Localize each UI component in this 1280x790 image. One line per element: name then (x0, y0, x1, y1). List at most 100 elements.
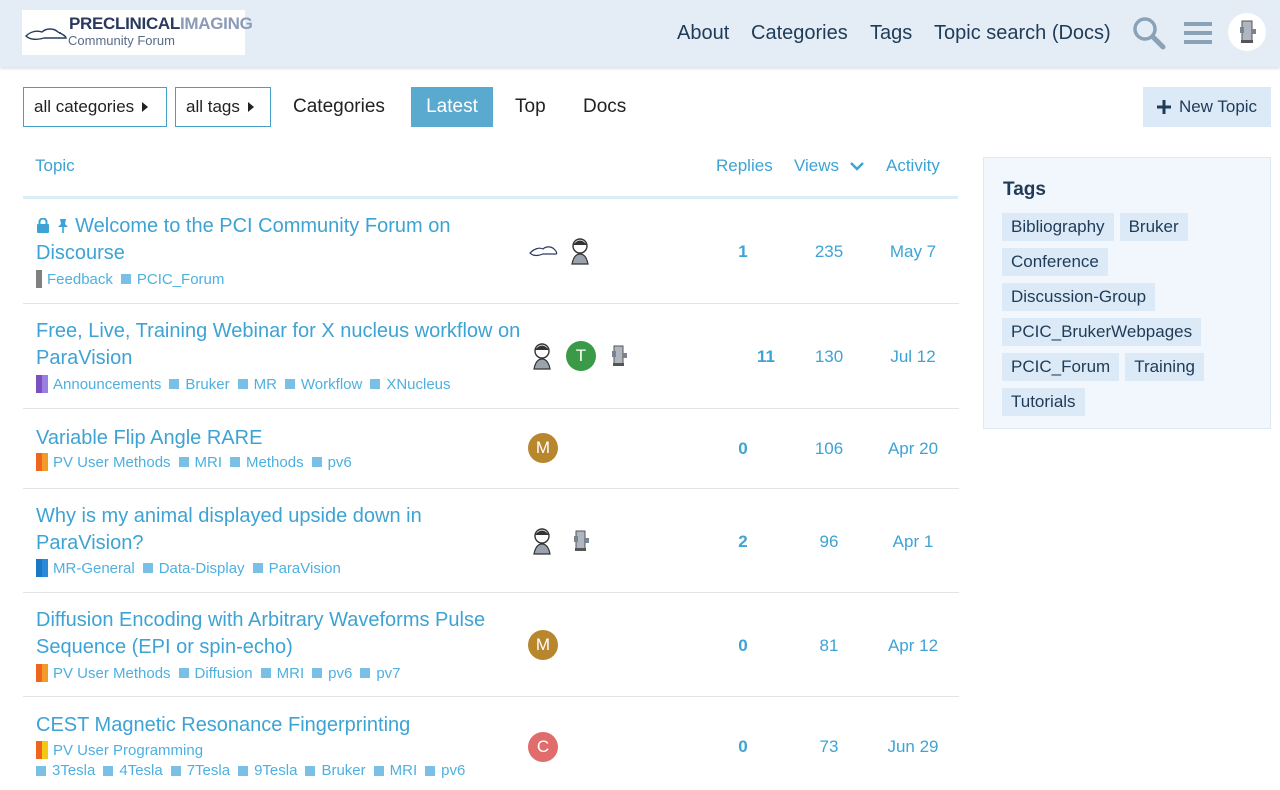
activity-date[interactable]: Apr 1 (883, 532, 943, 552)
column-header-activity[interactable]: Activity (886, 156, 940, 176)
poster-avatar-scanner-icon[interactable] (566, 526, 596, 556)
topic-title[interactable]: Variable Flip Angle RARE (36, 425, 526, 452)
plus-icon (1156, 100, 1171, 114)
category-link[interactable]: PV User Methods (53, 454, 171, 471)
sidebar-tag-tutorials[interactable]: Tutorials (1002, 388, 1085, 416)
sidebar-tag-bibliography[interactable]: Bibliography (1002, 213, 1114, 241)
views-count: 73 (819, 737, 839, 756)
tag-square-icon (169, 379, 180, 389)
views-count: 235 (814, 242, 844, 261)
tag-link[interactable]: pv7 (376, 665, 400, 682)
nav-pill-latest[interactable]: Latest (411, 87, 493, 127)
category-link[interactable]: Announcements (53, 376, 161, 393)
topic-title[interactable]: Why is my animal displayed upside down i… (36, 503, 526, 557)
tag-square-icon (311, 457, 322, 467)
sidebar-tag-discussion-group[interactable]: Discussion-Group (1002, 283, 1156, 311)
poster-avatar-logo-icon[interactable] (528, 239, 558, 263)
tag-link[interactable]: Data-Display (159, 560, 245, 577)
tag-link[interactable]: pv6 (328, 665, 352, 682)
column-header-replies[interactable]: Replies (716, 156, 773, 176)
tag-link[interactable]: Bruker (321, 762, 365, 779)
column-header-views[interactable]: Views (794, 156, 864, 176)
tag-link[interactable]: 4Tesla (119, 762, 162, 779)
poster-avatar-person-icon[interactable] (528, 341, 558, 371)
poster-avatar-letter[interactable]: T (566, 341, 596, 371)
replies-count[interactable]: 0 (713, 439, 773, 459)
category-link[interactable]: MR-General (53, 560, 135, 577)
replies-count[interactable]: 2 (713, 532, 773, 552)
poster-avatar-person-icon[interactable] (528, 526, 558, 556)
poster-avatar-scanner-icon[interactable] (604, 341, 634, 371)
nav-pill-categories[interactable]: Categories (279, 87, 399, 127)
activity-date[interactable]: Apr 20 (883, 439, 943, 459)
tag-link[interactable]: Bruker (185, 376, 229, 393)
posters (528, 236, 596, 266)
sidebar-tag-bruker[interactable]: Bruker (1119, 213, 1188, 241)
tag-link[interactable]: 3Tesla (52, 762, 95, 779)
nav-pill-docs[interactable]: Docs (569, 87, 640, 127)
replies-count[interactable]: 0 (713, 636, 773, 656)
nav-tags[interactable]: Tags (870, 22, 912, 45)
sidebar-tag-training[interactable]: Training (1125, 353, 1204, 381)
activity-date[interactable]: Jul 12 (883, 347, 943, 367)
tag-link[interactable]: PCIC_Forum (137, 271, 225, 288)
tag-filter-dropdown[interactable]: all tags (175, 87, 271, 127)
column-header-topic[interactable]: Topic (35, 156, 75, 176)
nav-pill-top[interactable]: Top (501, 87, 560, 127)
views-label: Views (794, 156, 840, 175)
category-link[interactable]: PV User Methods (53, 665, 171, 682)
category-color-bar (36, 453, 48, 471)
topic-tags: 3Tesla 4Tesla 7Tesla 9Tesla Bruker MRI p… (36, 762, 465, 779)
tag-link[interactable]: pv6 (328, 454, 352, 471)
topic-title[interactable]: Free, Live, Training Webinar for X nucle… (36, 318, 526, 372)
sidebar-tag-pcic-brukerwebpages[interactable]: PCIC_BrukerWebpages (1002, 318, 1202, 346)
activity-date[interactable]: Jun 29 (883, 737, 943, 757)
nav-about[interactable]: About (677, 22, 729, 45)
replies-count[interactable]: 1 (713, 242, 773, 262)
tag-square-icon (370, 379, 381, 389)
tag-link[interactable]: MR (254, 376, 277, 393)
tag-link[interactable]: 9Tesla (254, 762, 297, 779)
search-icon[interactable] (1132, 16, 1166, 50)
tag-link[interactable]: Workflow (301, 376, 362, 393)
tag-link[interactable]: pv6 (441, 762, 465, 779)
site-logo[interactable]: PRECLINICALIMAGING Community Forum (22, 10, 253, 55)
poster-avatar-letter[interactable]: M (528, 630, 558, 660)
topic-title[interactable]: Welcome to the PCI Community Forum on Di… (36, 213, 526, 267)
nav-topic-search-docs[interactable]: Topic search (Docs) (934, 22, 1111, 45)
hamburger-menu-icon[interactable] (1184, 20, 1212, 46)
tag-link[interactable]: MRI (195, 454, 223, 471)
tag-link[interactable]: XNucleus (386, 376, 450, 393)
tag-link[interactable]: 7Tesla (187, 762, 230, 779)
category-link[interactable]: Feedback (47, 271, 113, 288)
poster-avatar-letter[interactable]: C (528, 732, 558, 762)
tag-link[interactable]: Diffusion (195, 665, 253, 682)
sidebar-tag-pcic-forum[interactable]: PCIC_Forum (1002, 353, 1120, 381)
tag-link[interactable]: ParaVision (269, 560, 341, 577)
category-filter-dropdown[interactable]: all categories (23, 87, 167, 127)
topic-title[interactable]: Diffusion Encoding with Arbitrary Wavefo… (36, 607, 506, 661)
topic-title[interactable]: CEST Magnetic Resonance Fingerprinting (36, 712, 526, 739)
posters: M (528, 433, 558, 463)
tag-link[interactable]: Methods (246, 454, 304, 471)
poster-avatar-person-icon[interactable] (566, 236, 596, 266)
new-topic-button[interactable]: New Topic (1143, 87, 1271, 127)
activity-date[interactable]: May 7 (883, 242, 943, 262)
tag-link[interactable]: MRI (390, 762, 418, 779)
replies-count[interactable]: 11 (736, 347, 796, 367)
new-topic-label: New Topic (1178, 97, 1258, 116)
views-count: 96 (819, 532, 839, 551)
topic-meta: Announcements Bruker MR Workflow XNucleu… (36, 375, 451, 393)
topic-meta: Feedback PCIC_Forum (36, 270, 224, 288)
poster-avatar-letter[interactable]: M (528, 433, 558, 463)
category-link[interactable]: PV User Programming (53, 742, 203, 759)
pin-icon (57, 219, 68, 233)
nav-categories[interactable]: Categories (751, 22, 848, 45)
activity-date[interactable]: Apr 12 (883, 636, 943, 656)
user-avatar[interactable] (1228, 13, 1266, 51)
table-row: Why is my animal displayed upside down i… (23, 489, 959, 593)
tag-link[interactable]: MRI (277, 665, 305, 682)
replies-count[interactable]: 0 (713, 737, 773, 757)
sidebar-tag-conference[interactable]: Conference (1002, 248, 1108, 276)
caret-right-icon (142, 102, 149, 112)
